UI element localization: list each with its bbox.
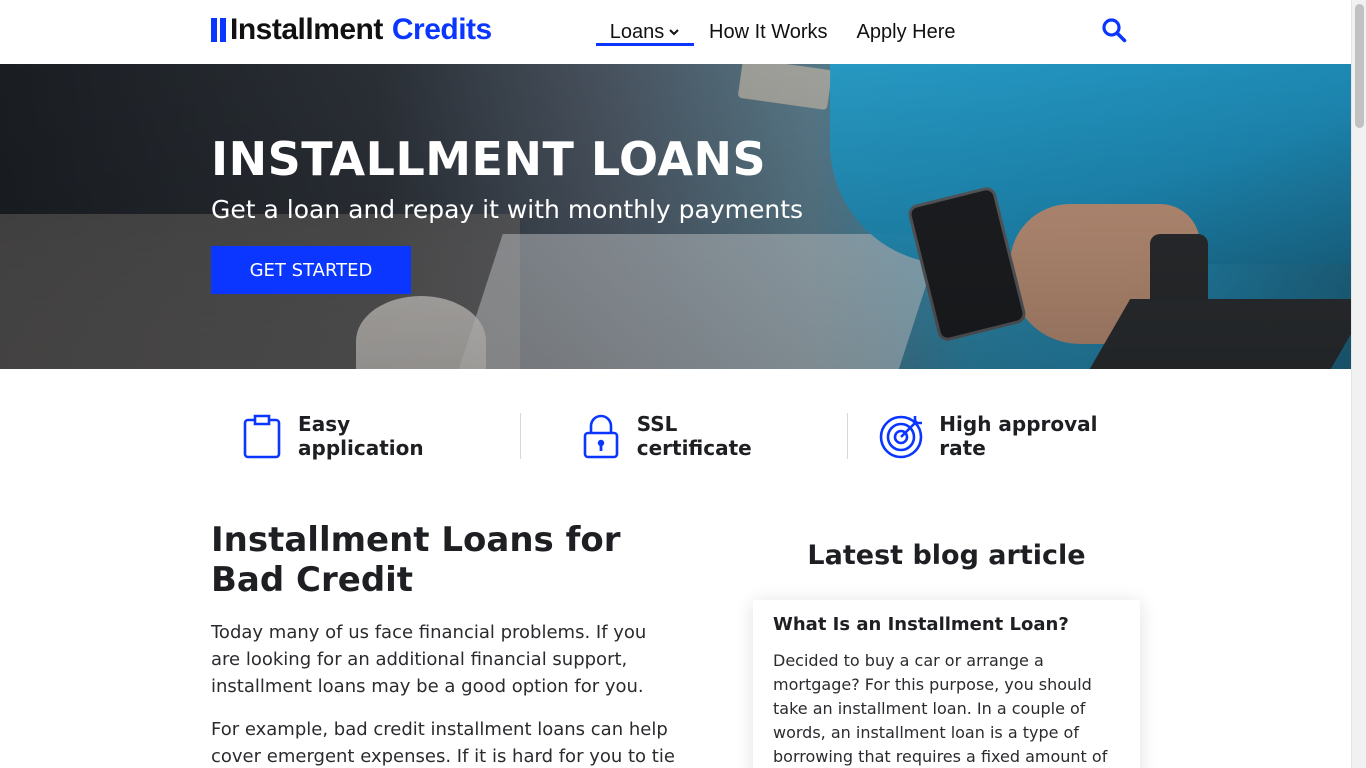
main-nav: Loans How It Works Apply Here <box>596 0 955 64</box>
logo-word-installment: Installment <box>230 13 383 46</box>
feature-label: SSL certificate <box>636 412 752 460</box>
site-logo[interactable]: Installment Credits <box>211 13 492 47</box>
clipboard-icon <box>240 413 284 459</box>
search-icon[interactable] <box>1101 17 1127 43</box>
blog-card-title[interactable]: What Is an Installment Loan? <box>773 614 1120 635</box>
blog-card-excerpt: Decided to buy a car or arrange a mortga… <box>773 651 1108 766</box>
scrollbar-thumb[interactable] <box>1355 4 1364 128</box>
hero-subtitle: Get a loan and repay it with monthly pay… <box>211 195 804 224</box>
feature-divider <box>519 413 521 459</box>
article-paragraph: For example, bad credit installment loan… <box>211 719 675 767</box>
nav-loans[interactable]: Loans <box>596 0 694 64</box>
feature-easy-application: Easy application <box>240 405 475 467</box>
nav-loans-label: Loans <box>609 20 665 43</box>
target-icon <box>879 413 925 459</box>
logo-word-credits: Credits <box>391 13 492 46</box>
logo-bars-icon <box>211 18 226 42</box>
chevron-down-icon <box>669 29 679 36</box>
blog-card[interactable]: What Is an Installment Loan? Decided to … <box>753 600 1140 768</box>
lock-icon <box>579 413 623 459</box>
feature-divider <box>847 413 849 459</box>
feature-ssl-certificate: SSL certificate <box>579 405 793 467</box>
features-row: Easy application SSL certificate High ap… <box>211 405 1140 467</box>
blog-heading: Latest blog article <box>807 540 1086 571</box>
site-header: Installment Credits Loans How It Works A… <box>0 0 1351 64</box>
article-paragraph: Today many of us face financial problems… <box>211 622 647 697</box>
article-title: Installment Loans for Bad Credit <box>211 520 621 600</box>
page-scrollbar[interactable] <box>1351 0 1366 768</box>
feature-label: High approval rate <box>939 412 1098 460</box>
feature-high-approval-rate: High approval rate <box>879 405 1140 467</box>
nav-how-it-works[interactable]: How It Works <box>709 0 828 64</box>
hero-title: INSTALLMENT LOANS <box>211 132 767 186</box>
get-started-button[interactable]: GET STARTED <box>211 246 411 294</box>
nav-apply-here[interactable]: Apply Here <box>857 0 956 64</box>
feature-label: Easy application <box>298 412 424 460</box>
